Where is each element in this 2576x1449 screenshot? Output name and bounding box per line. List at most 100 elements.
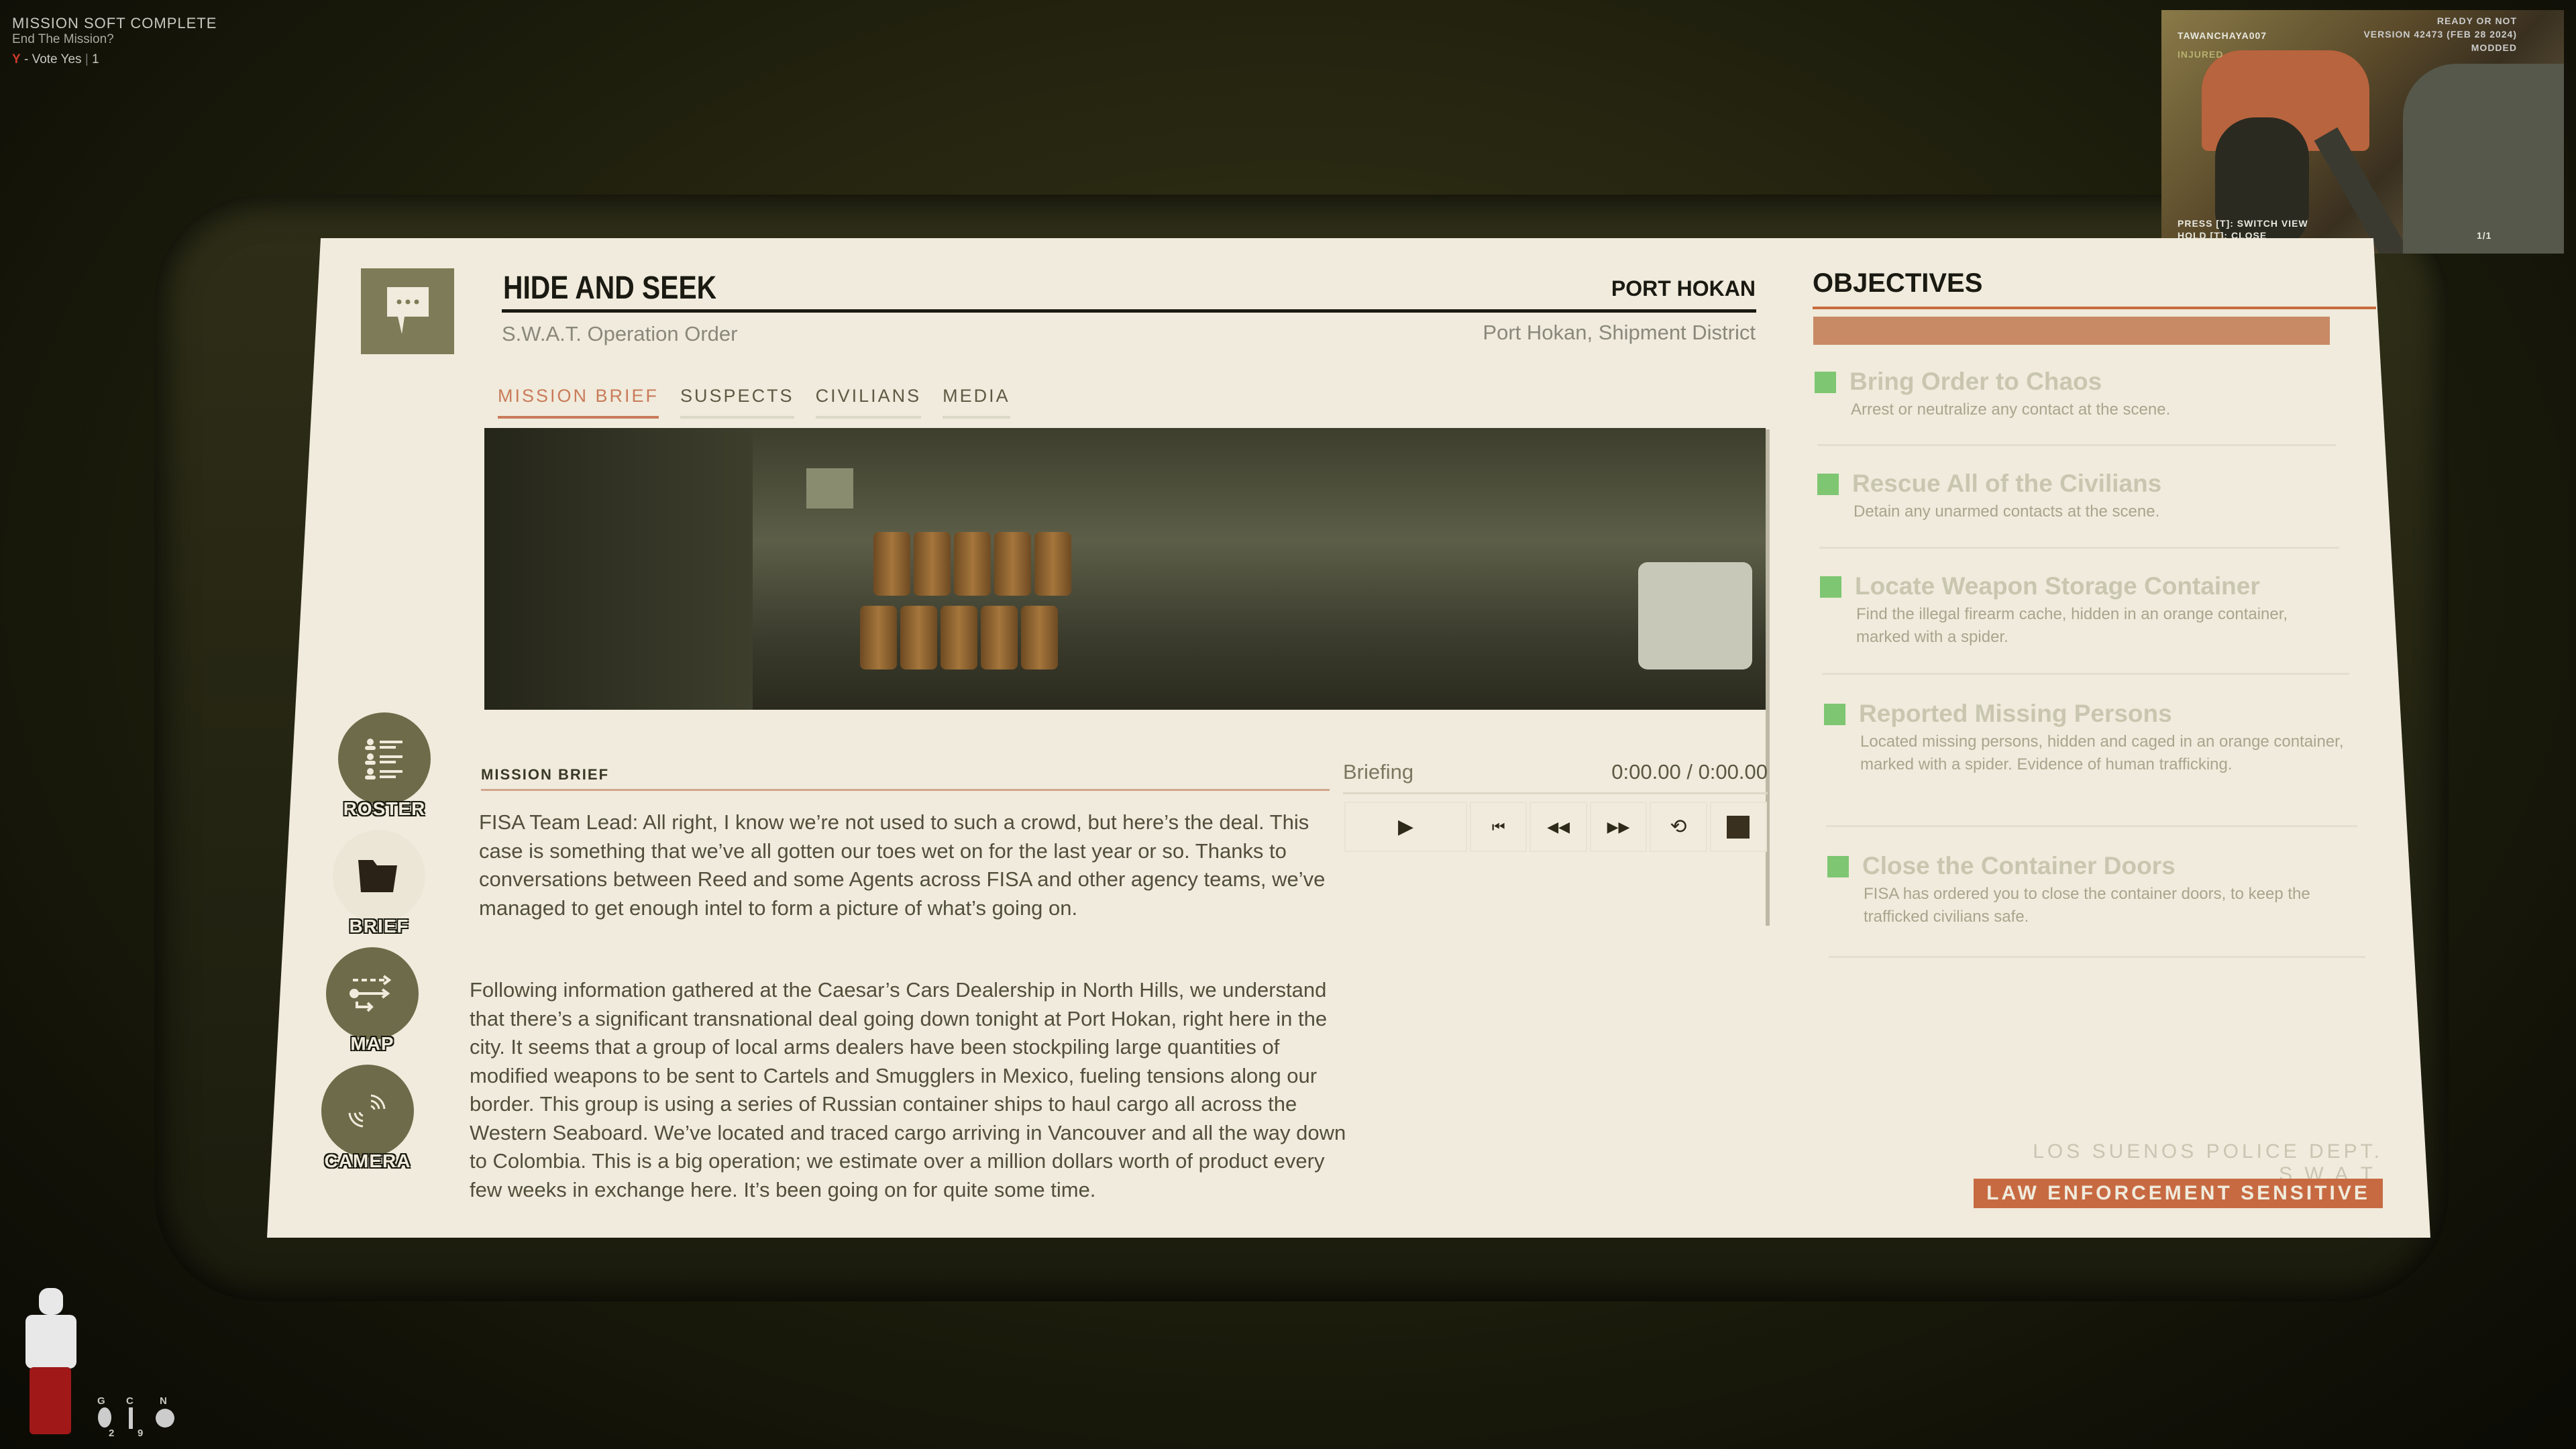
objective-desc: Find the illegal firearm cache, hidden i… (1856, 605, 2288, 646)
objective-complete-icon (1824, 704, 1845, 725)
objective-complete-icon (1827, 856, 1849, 877)
fast-forward-icon: ▶▶ (1607, 818, 1630, 835)
objectives-progress-bar (1813, 317, 2330, 345)
window-light (806, 468, 853, 508)
mission-title: HIDE AND SEEK (503, 270, 717, 306)
tab-suspects[interactable]: SUSPECTS (680, 386, 794, 419)
teammate-camera-feed: TAWANCHAYA007 INJURED READY OR NOT VERSI… (2161, 10, 2564, 254)
chemlight-key: C (126, 1395, 133, 1407)
objective-divider (1819, 547, 2339, 549)
audio-divider (1343, 792, 1768, 794)
objective-divider (1826, 825, 2357, 827)
nav-brief[interactable]: BRIEF (322, 830, 436, 937)
objective-desc: FISA has ordered you to close the contai… (1864, 885, 2310, 926)
location-detail: Port Hokan, Shipment District (1483, 321, 1756, 344)
tab-civilians[interactable]: CIVILIANS (815, 386, 922, 419)
objective-title: Rescue All of the Civilians (1852, 470, 2162, 497)
mission-image (484, 428, 1766, 710)
vote-action: - Vote Yes (23, 52, 82, 66)
player-health-figure (20, 1288, 80, 1436)
objective-desc: Arrest or neutralize any contact at the … (1851, 400, 2171, 419)
vote-key: Y (12, 52, 21, 66)
rewind-icon: ◀◀ (1547, 818, 1570, 835)
objective-item: Bring Order to Chaos Arrest or neutralize… (1815, 368, 2338, 421)
mission-location: PORT HOKAN (1611, 276, 1756, 301)
objective-item: Reported Missing Persons Located missing … (1824, 700, 2347, 776)
objective-title: Locate Weapon Storage Container (1855, 572, 2260, 600)
roster-icon (338, 712, 431, 805)
vote-prompt[interactable]: Y - Vote Yes | 1 (12, 52, 99, 67)
sensitivity-badge: LAW ENFORCEMENT SENSITIVE (1974, 1179, 2383, 1208)
loop-icon: ⟲ (1670, 816, 1687, 838)
objective-item: Rescue All of the Civilians Detain any un… (1817, 470, 2341, 523)
grenade-icon (98, 1407, 111, 1428)
nav-camera[interactable]: CAMERA (311, 1065, 425, 1172)
skip-back-icon: ⏮ (1491, 818, 1505, 835)
mission-brief-divider (481, 789, 1330, 791)
objective-complete-icon (1817, 474, 1839, 495)
objective-item: Locate Weapon Storage Container Find the … (1820, 572, 2290, 649)
stop-icon (1727, 815, 1750, 839)
objective-divider (1817, 444, 2336, 446)
objective-complete-icon (1820, 576, 1841, 598)
officer-arm (2403, 64, 2564, 254)
objective-divider (1822, 673, 2349, 675)
brief-tabs: MISSION BRIEF SUSPECTS CIVILIANS MEDIA (498, 386, 1010, 419)
nav-roster[interactable]: ROSTER (327, 712, 441, 820)
mission-subtitle: S.W.A.T. Operation Order (502, 322, 738, 345)
game-version: VERSION 42473 (FEB 28 2024) (2363, 29, 2517, 40)
camera-player-status: INJURED (2178, 49, 2224, 60)
nav-label: ROSTER (343, 798, 426, 819)
skip-back-button[interactable]: ⏮ (1470, 802, 1527, 852)
camera-signal-icon (321, 1065, 414, 1157)
nvg-icon (156, 1409, 174, 1428)
switch-view-hint: PRESS [T]: SWITCH VIEW (2178, 218, 2308, 229)
play-icon: ▶ (1397, 816, 1414, 838)
tab-media[interactable]: MEDIA (943, 386, 1010, 419)
objective-item: Close the Container Doors FISA has ordere… (1827, 852, 2337, 928)
objectives-divider (1813, 307, 2376, 309)
chemlight-count: 9 (138, 1428, 144, 1439)
map-route-icon (326, 947, 419, 1040)
play-button[interactable]: ▶ (1344, 802, 1468, 852)
folder-icon (333, 830, 425, 922)
audio-time: 0:00.00 / 0:00.00 (1611, 760, 1768, 784)
nav-map[interactable]: MAP (315, 947, 429, 1055)
loop-button[interactable]: ⟲ (1650, 802, 1707, 852)
brief-paragraph: Following information gathered at the Ca… (470, 978, 1346, 1201)
modded-label: MODDED (2471, 42, 2517, 53)
nvg-key: N (160, 1395, 167, 1407)
grenade-count: 2 (109, 1428, 115, 1439)
game-name: READY OR NOT (2436, 15, 2517, 26)
vote-count: 1 (92, 52, 99, 66)
tab-mission-brief[interactable]: MISSION BRIEF (498, 386, 659, 419)
truck (1638, 562, 1752, 669)
objective-desc: Located missing persons, hidden and cage… (1860, 733, 2344, 773)
audio-controls: ▶ ⏮ ◀◀ ▶▶ ⟲ (1344, 802, 1768, 852)
warehouse-shelves (484, 428, 753, 710)
objective-desc: Detain any unarmed contacts at the scene… (1854, 502, 2160, 521)
objective-title: Reported Missing Persons (1859, 700, 2172, 727)
nav-label: MAP (350, 1033, 394, 1054)
rewind-button[interactable]: ◀◀ (1529, 802, 1587, 852)
objectives-title: OBJECTIVES (1813, 268, 1983, 298)
objective-title: Close the Container Doors (1862, 852, 2176, 879)
chemlight-icon (129, 1407, 133, 1429)
vote-question: End The Mission? (12, 32, 114, 46)
nav-label: BRIEF (349, 916, 409, 936)
camera-player-name: TAWANCHAYA007 (2178, 30, 2267, 41)
objective-complete-icon (1815, 372, 1836, 393)
objective-title: Bring Order to Chaos (1849, 368, 2102, 395)
nav-label: CAMERA (324, 1150, 411, 1171)
audio-track-name: Briefing (1343, 760, 1414, 784)
camera-page: 1/1 (2477, 230, 2492, 241)
grenade-key: G (97, 1395, 105, 1407)
brief-paragraph: FISA Team Lead: All right, I know we’re … (479, 810, 1326, 920)
vote-title: MISSION SOFT COMPLETE (12, 15, 217, 32)
objective-divider (1829, 956, 2365, 958)
mission-brief-label: MISSION BRIEF (481, 766, 610, 783)
chat-bubble-icon (361, 268, 454, 354)
header-divider (502, 309, 1756, 313)
stop-button[interactable] (1709, 802, 1768, 852)
fast-forward-button[interactable]: ▶▶ (1589, 802, 1648, 852)
